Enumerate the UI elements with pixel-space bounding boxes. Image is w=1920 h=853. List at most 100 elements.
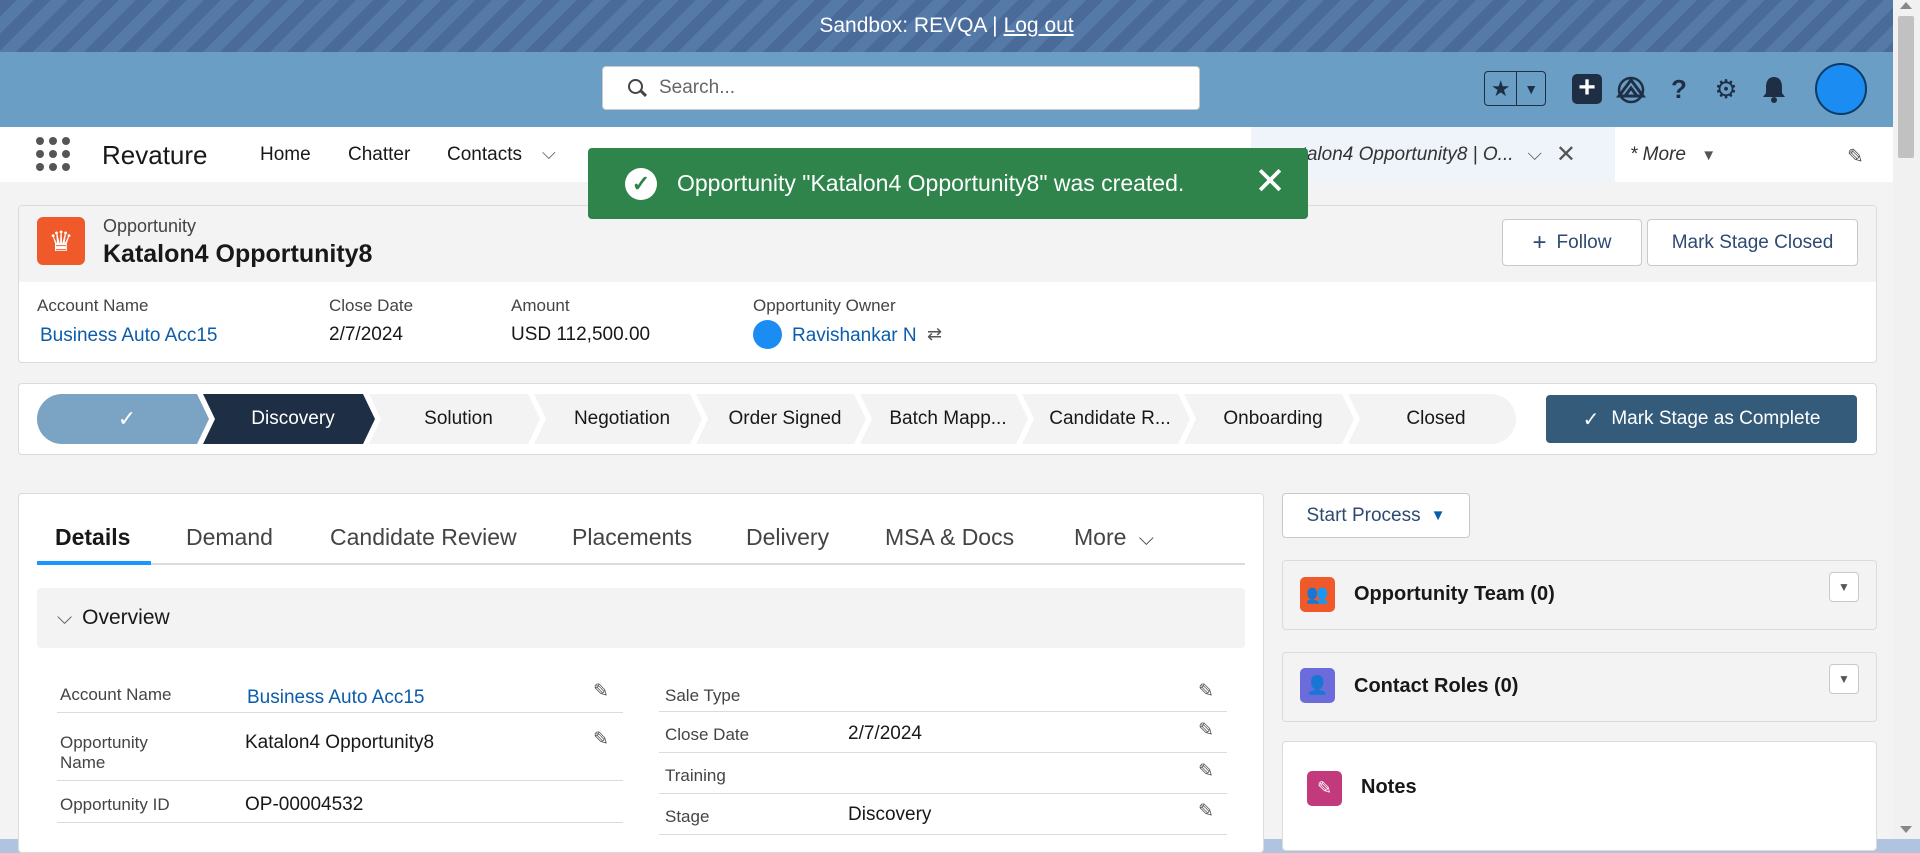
path-step-solution[interactable]: Solution <box>369 394 540 444</box>
tab-delivery[interactable]: Delivery <box>746 524 829 551</box>
nav-more-label[interactable]: * More <box>1630 144 1686 165</box>
tab-demand[interactable]: Demand <box>186 524 273 551</box>
field-label-opportunity-name: Opportunity Name <box>60 733 148 772</box>
pencil-icon[interactable]: ✎ <box>1198 680 1214 703</box>
highlight-owner-link[interactable]: Ravishankar N <box>792 325 917 347</box>
tab-placements[interactable]: Placements <box>572 524 692 551</box>
sandbox-banner: Sandbox: REVQA | Log out <box>0 0 1893 52</box>
path-step-completed[interactable]: ✓ <box>37 394 209 444</box>
field-divider <box>57 780 623 781</box>
field-divider <box>659 752 1227 753</box>
star-icon[interactable]: ★ <box>1485 72 1518 105</box>
mark-stage-complete-button[interactable]: ✓ Mark Stage as Complete <box>1546 395 1857 443</box>
field-value-opportunity-name: Katalon4 Opportunity8 <box>245 732 435 753</box>
tab-details[interactable]: Details <box>55 524 130 551</box>
chevron-down-icon[interactable]: ⌵ <box>1139 528 1154 550</box>
bell-icon[interactable] <box>1759 72 1789 106</box>
chevron-down-icon[interactable]: ⌵ <box>542 143 556 164</box>
scrollbar-thumb[interactable] <box>1898 16 1914 158</box>
tab-candidate-review[interactable]: Candidate Review <box>330 524 517 551</box>
success-toast: ✓ Opportunity "Katalon4 Opportunity8" wa… <box>588 148 1308 219</box>
highlight-account-link[interactable]: Business Auto Acc15 <box>40 325 217 347</box>
favorites-dropdown-icon[interactable]: ▼ <box>1517 72 1545 105</box>
plus-icon: + <box>1532 228 1547 256</box>
mark-stage-closed-button[interactable]: Mark Stage Closed <box>1647 219 1858 266</box>
card-menu-dropdown[interactable]: ▼ <box>1829 572 1859 602</box>
path-step-closed[interactable]: Closed <box>1348 394 1516 444</box>
field-label-account-name: Account Name <box>60 685 172 704</box>
pencil-icon[interactable]: ✎ <box>593 728 609 751</box>
overview-section-title[interactable]: Overview <box>82 606 170 630</box>
close-icon[interactable]: ✕ <box>1556 140 1576 169</box>
gear-icon[interactable]: ⚙ <box>1711 72 1741 106</box>
scroll-up-arrow[interactable] <box>1900 2 1912 9</box>
field-divider <box>659 711 1227 712</box>
nav-item-contacts[interactable]: Contacts <box>447 144 522 166</box>
caret-down-icon[interactable]: ▼ <box>1701 147 1716 164</box>
notes-title[interactable]: Notes <box>1361 776 1417 799</box>
path-step-batch-mapping[interactable]: Batch Mapp... <box>860 394 1028 444</box>
path-step-order-signed[interactable]: Order Signed <box>696 394 866 444</box>
favorites-button-group[interactable]: ★ ▼ <box>1484 71 1546 106</box>
field-label-sale-type: Sale Type <box>665 686 741 705</box>
global-search[interactable] <box>602 66 1200 110</box>
overview-section-header[interactable]: ⌵ Overview <box>37 588 1245 648</box>
pencil-icon[interactable]: ✎ <box>1198 719 1214 742</box>
contact-role-icon: 👤 <box>1300 668 1335 703</box>
tab-label[interactable]: atalon4 Opportunity8 | O... <box>1291 144 1514 166</box>
check-icon: ✓ <box>625 167 657 200</box>
tab-more-label[interactable]: More <box>1074 524 1126 550</box>
record-title: Katalon4 Opportunity8 <box>103 240 373 268</box>
pencil-icon[interactable]: ✎ <box>1847 144 1864 169</box>
field-value-account-name[interactable]: Business Auto Acc15 <box>247 687 424 709</box>
field-value-stage: Discovery <box>848 804 932 825</box>
field-label-stage: Stage <box>665 807 710 826</box>
app-name: Revature <box>102 140 208 170</box>
active-tab-indicator <box>37 561 151 565</box>
start-process-button[interactable]: Start Process ▼ <box>1282 493 1470 538</box>
change-owner-icon[interactable]: ⇄ <box>927 324 942 345</box>
path-step-discovery[interactable]: Discovery <box>203 394 375 444</box>
chevron-down-icon[interactable]: ⌵ <box>57 607 72 630</box>
tab-divider <box>37 563 1245 565</box>
nav-item-home[interactable]: Home <box>260 144 311 166</box>
close-icon[interactable]: ✕ <box>1254 162 1286 202</box>
path-step-candidate-review[interactable]: Candidate R... <box>1022 394 1190 444</box>
plus-icon[interactable]: + <box>1572 73 1602 104</box>
path-step-onboarding[interactable]: Onboarding <box>1184 394 1354 444</box>
path-step-negotiation[interactable]: Negotiation <box>534 394 702 444</box>
user-avatar[interactable] <box>1815 63 1867 115</box>
field-divider <box>57 822 623 823</box>
pencil-icon[interactable]: ✎ <box>1198 760 1214 783</box>
nav-item-chatter[interactable]: Chatter <box>348 144 410 166</box>
tab-msa-docs[interactable]: MSA & Docs <box>885 524 1014 551</box>
mark-complete-label: Mark Stage as Complete <box>1611 408 1821 429</box>
field-value-opportunity-id: OP-00004532 <box>245 794 364 815</box>
card-menu-dropdown[interactable]: ▼ <box>1829 664 1859 694</box>
sandbox-label: Sandbox: REVQA | <box>819 14 998 37</box>
start-process-label: Start Process <box>1306 504 1421 526</box>
follow-label: Follow <box>1556 231 1612 253</box>
waffle-icon[interactable] <box>36 137 70 171</box>
contact-roles-title[interactable]: Contact Roles (0) <box>1354 675 1518 698</box>
chevron-down-icon[interactable]: ⌵ <box>1528 144 1542 166</box>
nav-more[interactable]: * More ▼ <box>1630 144 1716 166</box>
highlight-account-label: Account Name <box>37 296 149 315</box>
search-input[interactable] <box>657 76 1199 100</box>
logout-link[interactable]: Log out <box>1004 14 1074 38</box>
help-icon[interactable]: ? <box>1664 72 1694 106</box>
tab-more[interactable]: More ⌵ <box>1074 524 1154 551</box>
opportunity-team-title[interactable]: Opportunity Team (0) <box>1354 583 1555 606</box>
pencil-icon[interactable]: ✎ <box>1198 800 1214 823</box>
caret-down-icon: ▼ <box>1430 507 1446 524</box>
follow-button[interactable]: + Follow <box>1502 219 1642 266</box>
record-type: Opportunity <box>103 216 197 236</box>
trailhead-icon[interactable] <box>1616 72 1646 106</box>
notes-icon: ✎ <box>1307 771 1342 806</box>
highlight-close-date-label: Close Date <box>329 296 414 315</box>
scroll-down-arrow[interactable] <box>1900 826 1912 833</box>
field-value-close-date: 2/7/2024 <box>848 723 922 744</box>
check-icon: ✓ <box>117 406 137 431</box>
highlight-amount: USD 112,500.00 <box>511 324 651 345</box>
pencil-icon[interactable]: ✎ <box>593 680 609 703</box>
